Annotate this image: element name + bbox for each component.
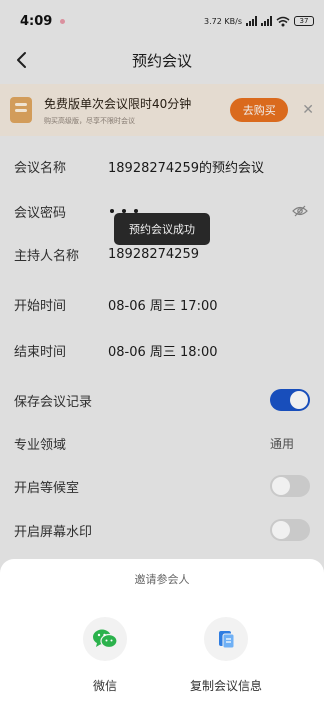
- wechat-label: 微信: [92, 679, 117, 693]
- wifi-icon: [276, 16, 290, 26]
- sheet-title: 邀请参会人: [134, 573, 190, 586]
- copy-icon: [204, 617, 248, 661]
- host-name-value: 18928274259: [108, 246, 199, 262]
- buy-button[interactable]: 去购买: [230, 98, 289, 122]
- domain-row[interactable]: 专业领域 通用: [0, 431, 324, 455]
- waiting-room-toggle[interactable]: [270, 475, 310, 497]
- domain-value: 通用: [269, 436, 294, 451]
- chevron-left-icon[interactable]: [12, 50, 32, 70]
- meeting-name-label: 会议名称: [14, 160, 67, 176]
- nav-bar: 预约会议: [0, 42, 324, 78]
- status-bar: 4:09 3.72 KB/s 37: [0, 0, 324, 42]
- end-time-label: 结束时间: [14, 344, 67, 360]
- copy-info-label: 复制会议信息: [189, 679, 262, 693]
- watermark-row: 开启屏幕水印: [0, 518, 324, 542]
- meeting-password-label: 会议密码: [14, 205, 67, 221]
- status-indicators: 3.72 KB/s 37: [204, 16, 314, 27]
- waiting-room-row: 开启等候室: [0, 474, 324, 498]
- promo-banner: 免费版单次会议限时40分钟 购买高级版，尽享不限时会议 去购买 ✕: [0, 84, 324, 136]
- start-time-value: 08-06 周三 17:00: [108, 298, 218, 314]
- signal-icon: [246, 16, 257, 26]
- save-record-row: 保存会议记录: [0, 388, 324, 412]
- coupon-icon: [10, 97, 32, 123]
- net-speed: 3.72 KB/s: [204, 16, 242, 26]
- battery-icon: 37: [294, 16, 314, 26]
- host-name-label: 主持人名称: [14, 248, 80, 264]
- meeting-name-row[interactable]: 会议名称 18928274259的预约会议: [0, 154, 324, 178]
- promo-title: 免费版单次会议限时40分钟: [44, 96, 192, 111]
- toggle-knob: [272, 521, 290, 539]
- start-time-row[interactable]: 开始时间 08-06 周三 17:00: [0, 292, 324, 316]
- save-record-label: 保存会议记录: [14, 394, 93, 410]
- status-time: 4:09: [20, 13, 53, 29]
- meeting-name-value: 18928274259的预约会议: [108, 160, 264, 176]
- waiting-room-label: 开启等候室: [14, 480, 80, 496]
- domain-label: 专业领域: [14, 437, 67, 453]
- end-time-row[interactable]: 结束时间 08-06 周三 18:00: [0, 338, 324, 362]
- eye-off-icon[interactable]: [292, 203, 308, 219]
- toggle-knob: [272, 477, 290, 495]
- share-wechat-button[interactable]: 微信: [65, 617, 145, 694]
- watermark-toggle[interactable]: [270, 519, 310, 541]
- invite-sheet: 邀请参会人 微信 复制会议信息: [0, 559, 324, 720]
- promo-subtitle: 购买高级版，尽享不限时会议: [44, 116, 135, 125]
- copy-info-button[interactable]: 复制会议信息: [186, 617, 266, 694]
- success-toast: 预约会议成功: [114, 213, 210, 245]
- close-icon[interactable]: ✕: [302, 102, 314, 118]
- watermark-label: 开启屏幕水印: [14, 524, 93, 540]
- notification-dot-icon: [60, 18, 66, 24]
- promo-text: 免费版单次会议限时40分钟 购买高级版，尽享不限时会议: [44, 95, 230, 126]
- host-name-row[interactable]: 主持人名称 18928274259: [0, 242, 324, 266]
- wechat-icon: [83, 617, 127, 661]
- toggle-knob: [290, 391, 308, 409]
- page-title: 预约会议: [131, 51, 192, 70]
- save-record-toggle[interactable]: [270, 389, 310, 411]
- signal-icon-2: [261, 16, 272, 26]
- start-time-label: 开始时间: [14, 298, 67, 314]
- end-time-value: 08-06 周三 18:00: [108, 344, 218, 360]
